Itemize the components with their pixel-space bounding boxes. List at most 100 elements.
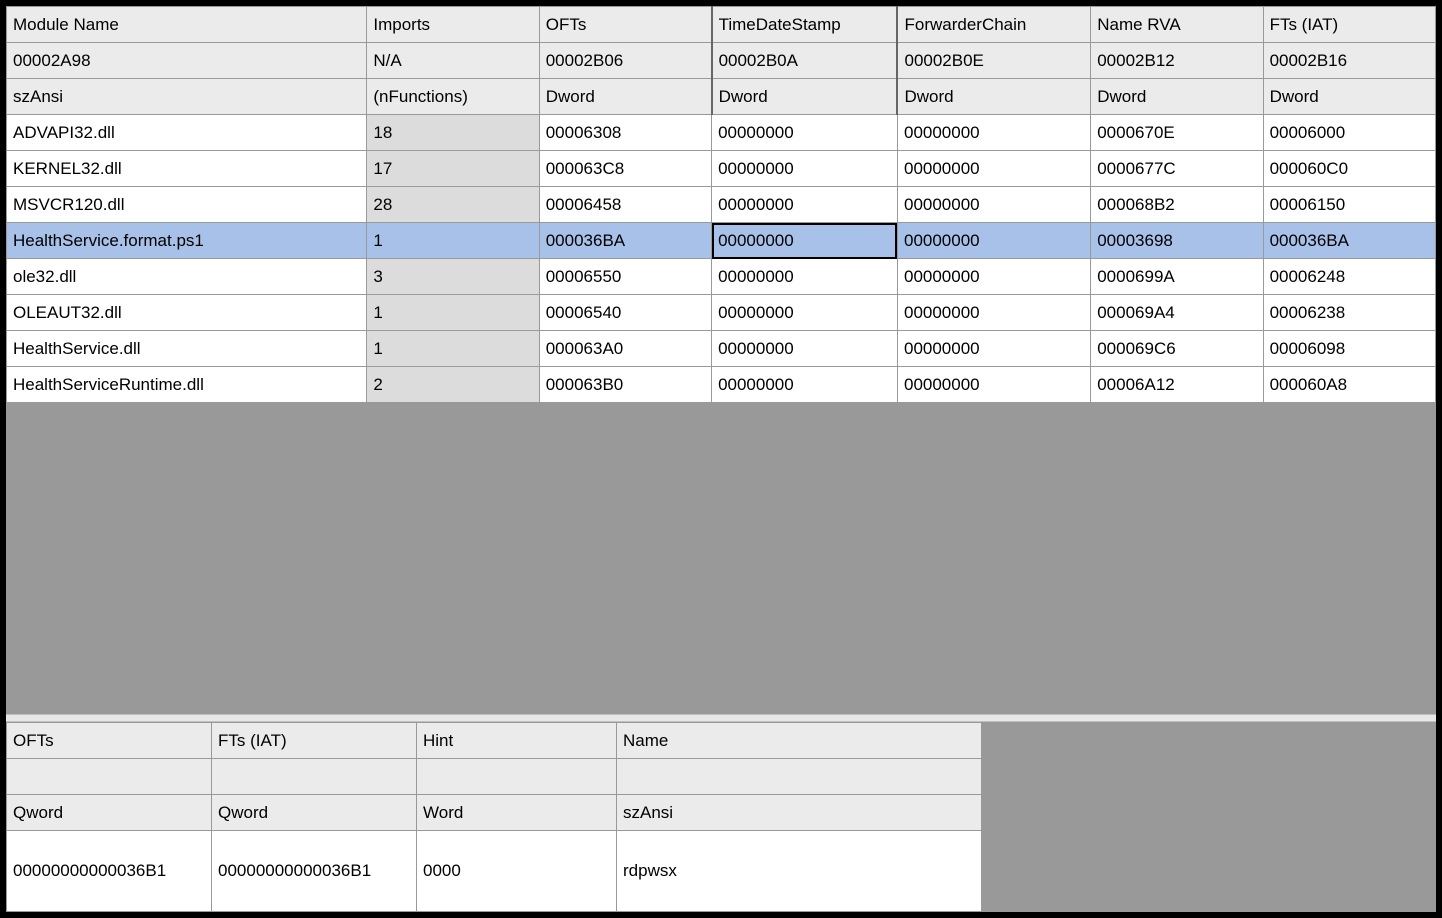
cell-module_name[interactable]: ole32.dll	[7, 259, 367, 295]
cell-imports[interactable]: 3	[367, 259, 539, 295]
btype-fts-iat: Qword	[212, 795, 417, 831]
btype-hint: Word	[417, 795, 617, 831]
functions-table[interactable]: OFTs FTs (IAT) Hint Name Qword Qword Wor…	[6, 722, 982, 912]
bcol-header-name[interactable]: Name	[617, 723, 982, 759]
cell-ofts[interactable]: 000036BA	[539, 223, 711, 259]
cell-ofts[interactable]: 000063A0	[539, 331, 711, 367]
cell-ofts[interactable]: 00006458	[539, 187, 711, 223]
cell-imports[interactable]: 2	[367, 367, 539, 403]
empty-scroll-area	[6, 403, 1436, 714]
splitter[interactable]	[6, 714, 1436, 722]
type-fts-iat: Dword	[1263, 79, 1435, 115]
cell-module_name[interactable]: HealthServiceRuntime.dll	[7, 367, 367, 403]
table-row[interactable]: HealthService.dll1000063A000000000000000…	[7, 331, 1436, 367]
bcol-header-hint[interactable]: Hint	[417, 723, 617, 759]
bottom-header-row-names: OFTs FTs (IAT) Hint Name	[7, 723, 982, 759]
cell-timedatestamp[interactable]: 00000000	[712, 259, 898, 295]
bottom-empty-area	[982, 722, 1436, 912]
boffset-hint	[417, 759, 617, 795]
cell-name_rva[interactable]: 000069A4	[1091, 295, 1263, 331]
cell-module_name[interactable]: KERNEL32.dll	[7, 151, 367, 187]
cell-module_name[interactable]: MSVCR120.dll	[7, 187, 367, 223]
cell-forwarderchain[interactable]: 00000000	[897, 151, 1090, 187]
cell-forwarderchain[interactable]: 00000000	[897, 367, 1090, 403]
cell-hint[interactable]: 0000	[417, 831, 617, 912]
cell-ofts[interactable]: 00006308	[539, 115, 711, 151]
type-ofts: Dword	[539, 79, 711, 115]
cell-imports[interactable]: 18	[367, 115, 539, 151]
cell-name_rva[interactable]: 00006A12	[1091, 367, 1263, 403]
cell-fts_iat[interactable]: 00006098	[1263, 331, 1435, 367]
cell-module_name[interactable]: HealthService.dll	[7, 331, 367, 367]
cell-ofts[interactable]: 000063B0	[539, 367, 711, 403]
cell-timedatestamp[interactable]: 00000000	[712, 295, 898, 331]
cell-timedatestamp[interactable]: 00000000	[712, 115, 898, 151]
cell-fts_iat[interactable]: 00000000000036B1	[212, 831, 417, 912]
table-row[interactable]: ole32.dll3000065500000000000000000000069…	[7, 259, 1436, 295]
cell-timedatestamp[interactable]: 00000000	[712, 187, 898, 223]
cell-forwarderchain[interactable]: 00000000	[897, 115, 1090, 151]
table-row[interactable]: ADVAPI32.dll1800006308000000000000000000…	[7, 115, 1436, 151]
cell-imports[interactable]: 1	[367, 223, 539, 259]
table-row[interactable]: KERNEL32.dll17000063C8000000000000000000…	[7, 151, 1436, 187]
col-header-module-name[interactable]: Module Name	[7, 7, 367, 43]
cell-imports[interactable]: 28	[367, 187, 539, 223]
cell-fts_iat[interactable]: 00006000	[1263, 115, 1435, 151]
type-name-rva: Dword	[1091, 79, 1263, 115]
table-row[interactable]: HealthService.format.ps11000036BA0000000…	[7, 223, 1436, 259]
col-header-forwarderchain[interactable]: ForwarderChain	[897, 7, 1090, 43]
cell-module_name[interactable]: ADVAPI32.dll	[7, 115, 367, 151]
cell-imports[interactable]: 17	[367, 151, 539, 187]
cell-forwarderchain[interactable]: 00000000	[897, 187, 1090, 223]
btype-name: szAnsi	[617, 795, 982, 831]
offset-ofts: 00002B06	[539, 43, 711, 79]
cell-forwarderchain[interactable]: 00000000	[897, 295, 1090, 331]
imports-table-pane: Module Name Imports OFTs TimeDateStamp F…	[6, 6, 1436, 714]
imports-table[interactable]: Module Name Imports OFTs TimeDateStamp F…	[6, 6, 1436, 403]
table-row[interactable]: MSVCR120.dll2800006458000000000000000000…	[7, 187, 1436, 223]
cell-module_name[interactable]: OLEAUT32.dll	[7, 295, 367, 331]
table-row[interactable]: HealthServiceRuntime.dll2000063B00000000…	[7, 367, 1436, 403]
cell-fts_iat[interactable]: 000036BA	[1263, 223, 1435, 259]
cell-name_rva[interactable]: 000069C6	[1091, 331, 1263, 367]
cell-fts_iat[interactable]: 000060C0	[1263, 151, 1435, 187]
cell-name_rva[interactable]: 00003698	[1091, 223, 1263, 259]
table-row[interactable]: OLEAUT32.dll1000065400000000000000000000…	[7, 295, 1436, 331]
cell-ofts[interactable]: 00006540	[539, 295, 711, 331]
cell-forwarderchain[interactable]: 00000000	[897, 223, 1090, 259]
cell-imports[interactable]: 1	[367, 331, 539, 367]
cell-timedatestamp[interactable]: 00000000	[712, 151, 898, 187]
cell-name_rva[interactable]: 0000670E	[1091, 115, 1263, 151]
boffset-ofts	[7, 759, 212, 795]
cell-timedatestamp[interactable]: 00000000	[712, 367, 898, 403]
col-header-timedatestamp[interactable]: TimeDateStamp	[712, 7, 898, 43]
cell-forwarderchain[interactable]: 00000000	[897, 331, 1090, 367]
cell-fts_iat[interactable]: 00006150	[1263, 187, 1435, 223]
col-header-ofts[interactable]: OFTs	[539, 7, 711, 43]
bcol-header-ofts[interactable]: OFTs	[7, 723, 212, 759]
boffset-fts-iat	[212, 759, 417, 795]
cell-fts_iat[interactable]: 00006238	[1263, 295, 1435, 331]
cell-fts_iat[interactable]: 000060A8	[1263, 367, 1435, 403]
col-header-imports[interactable]: Imports	[367, 7, 539, 43]
header-row-names: Module Name Imports OFTs TimeDateStamp F…	[7, 7, 1436, 43]
cell-timedatestamp[interactable]: 00000000	[712, 331, 898, 367]
cell-ofts[interactable]: 00006550	[539, 259, 711, 295]
cell-ofts[interactable]: 000063C8	[539, 151, 711, 187]
cell-forwarderchain[interactable]: 00000000	[897, 259, 1090, 295]
cell-ofts[interactable]: 00000000000036B1	[7, 831, 212, 912]
cell-imports[interactable]: 1	[367, 295, 539, 331]
cell-name[interactable]: rdpwsx	[617, 831, 982, 912]
cell-name_rva[interactable]: 000068B2	[1091, 187, 1263, 223]
col-header-fts-iat[interactable]: FTs (IAT)	[1263, 7, 1435, 43]
offset-timedatestamp: 00002B0A	[712, 43, 898, 79]
cell-fts_iat[interactable]: 00006248	[1263, 259, 1435, 295]
cell-name_rva[interactable]: 0000699A	[1091, 259, 1263, 295]
type-timedatestamp: Dword	[712, 79, 898, 115]
cell-module_name[interactable]: HealthService.format.ps1	[7, 223, 367, 259]
cell-timedatestamp[interactable]: 00000000	[712, 223, 898, 259]
bcol-header-fts-iat[interactable]: FTs (IAT)	[212, 723, 417, 759]
table-row[interactable]: 00000000000036B100000000000036B10000rdpw…	[7, 831, 982, 912]
col-header-name-rva[interactable]: Name RVA	[1091, 7, 1263, 43]
cell-name_rva[interactable]: 0000677C	[1091, 151, 1263, 187]
